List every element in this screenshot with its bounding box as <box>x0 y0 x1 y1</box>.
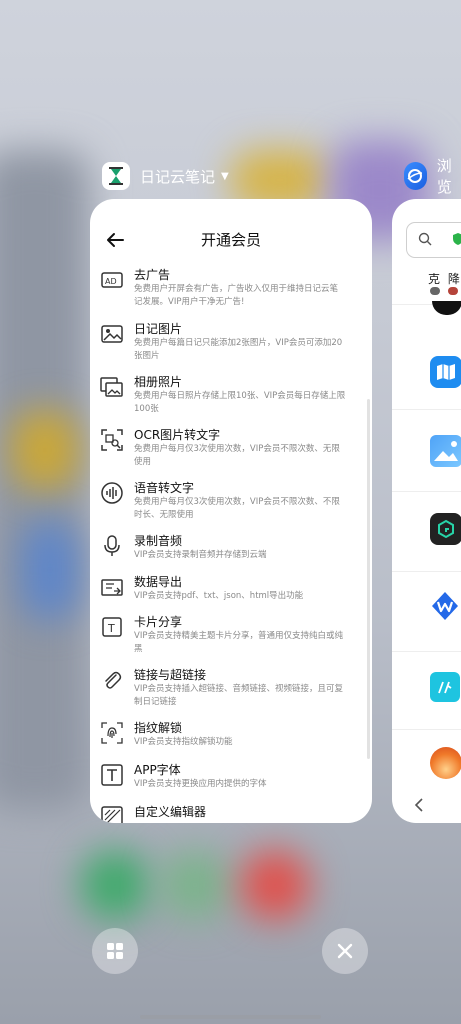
paperclip-icon <box>105 671 122 689</box>
feature-desc: 免费用户开屏会有广告，广告收入仅用于维持日记云笔记发展。VIP用户干净无广告! <box>134 284 339 307</box>
close-icon <box>337 943 353 959</box>
feature-title: 去广告 <box>134 268 171 282</box>
feature-title: 日记图片 <box>134 322 183 336</box>
divider <box>392 409 461 410</box>
avatar <box>448 287 458 295</box>
editor-icon <box>101 806 123 823</box>
avatar <box>430 287 440 295</box>
card-share-icon: T <box>102 617 122 637</box>
camera-app-icon[interactable] <box>430 513 461 545</box>
album-icon <box>100 377 123 397</box>
browser-shell-icon[interactable] <box>430 747 461 779</box>
diary-app-icon <box>102 162 130 190</box>
voice-icon <box>101 482 123 504</box>
wps-app-icon[interactable] <box>429 590 461 622</box>
app-label-diary[interactable]: 日记云笔记 ▼ <box>102 161 229 191</box>
background-blur <box>240 850 310 920</box>
export-icon <box>101 579 123 596</box>
background-blur <box>20 520 80 620</box>
home-indicator[interactable] <box>140 1015 321 1019</box>
card-header: 开通会员 <box>90 199 372 279</box>
maps-app-icon[interactable] <box>430 356 461 388</box>
back-chevron-icon[interactable] <box>414 798 424 812</box>
gallery-app-icon[interactable] <box>430 435 461 467</box>
feature-title: 数据导出 <box>134 575 183 589</box>
feature-desc: VIP会员支持精美主题卡片分享，普通用仅支持纯白或纯黑 <box>134 631 343 654</box>
chevron-down-icon[interactable]: ▼ <box>221 171 229 182</box>
feature-desc: VIP会员支持指纹解锁功能 <box>134 737 233 747</box>
feature-desc: 免费用户每篇日记只能添加2张图片，VIP会员可添加20张图片 <box>134 338 343 361</box>
page-title: 开通会员 <box>200 231 261 249</box>
clear-all-button[interactable] <box>322 928 368 974</box>
scrollbar[interactable] <box>367 399 370 759</box>
notes-app-icon[interactable] <box>430 672 460 702</box>
split-screen-button[interactable] <box>92 928 138 974</box>
app-label-browser[interactable]: 浏览 <box>404 157 461 196</box>
fingerprint-icon <box>101 722 123 744</box>
feature-desc: 免费用户每日照片存储上限10张、VIP会员每日存储上限100张 <box>134 391 346 414</box>
ad-icon: AD <box>101 272 123 288</box>
feature-title: 自定义编辑器 <box>134 805 207 819</box>
divider <box>392 571 461 572</box>
browser-app-card[interactable]: 克 降 <box>392 199 461 823</box>
grid-icon <box>107 943 123 959</box>
shield-icon <box>453 233 461 245</box>
browser-app-icon <box>404 162 427 190</box>
background-blur <box>80 850 150 920</box>
app-title: 浏览 <box>436 157 452 196</box>
feature-title: 链接与超链接 <box>134 668 207 682</box>
feature-desc: VIP会员支持pdf、txt、json、html导出功能 <box>134 591 304 601</box>
search-box[interactable] <box>406 222 461 258</box>
divider <box>392 729 461 730</box>
diary-app-card[interactable]: 开通会员 AD 去广告 免费用户开屏会有广告，广告收入仅用于维持日记云笔记发展。… <box>90 199 372 823</box>
feature-title: 卡片分享 <box>134 615 183 629</box>
search-suggestions[interactable]: 克 降 <box>428 270 461 287</box>
feature-desc: 免费用户每月仅3次使用次数，VIP会员不限次数、无限使用 <box>134 444 340 467</box>
divider <box>392 651 461 652</box>
background-blur <box>10 410 80 490</box>
feature-desc: 免费用户每月仅3次使用次数，VIP会员不限次数、不限时长、无限使用 <box>134 497 340 520</box>
feature-title: 指纹解锁 <box>134 721 183 735</box>
feature-desc: VIP会员支持录制音频并存储到云端 <box>134 550 267 560</box>
background-blur <box>160 850 230 920</box>
feature-title: 录制音频 <box>134 534 183 548</box>
feature-title: 语音转文字 <box>134 481 195 495</box>
app-title: 日记云笔记 <box>140 167 216 186</box>
microphone-icon <box>104 535 120 556</box>
svg-text:T: T <box>107 622 115 635</box>
feature-title: APP字体 <box>134 763 181 777</box>
app-tile[interactable] <box>432 301 461 315</box>
divider <box>392 491 461 492</box>
image-icon <box>101 325 123 343</box>
feature-title: OCR图片转文字 <box>134 428 221 442</box>
svg-text:AD: AD <box>105 277 117 286</box>
feature-desc: VIP会员支持插入超链接、音频链接、视频链接，且可复制日记链接 <box>134 684 343 707</box>
feature-desc: VIP会员支持更换应用内提供的字体 <box>134 779 267 789</box>
ocr-icon <box>101 429 123 451</box>
font-icon <box>101 764 123 786</box>
feature-title: 相册照片 <box>134 375 183 389</box>
search-icon <box>418 232 432 246</box>
